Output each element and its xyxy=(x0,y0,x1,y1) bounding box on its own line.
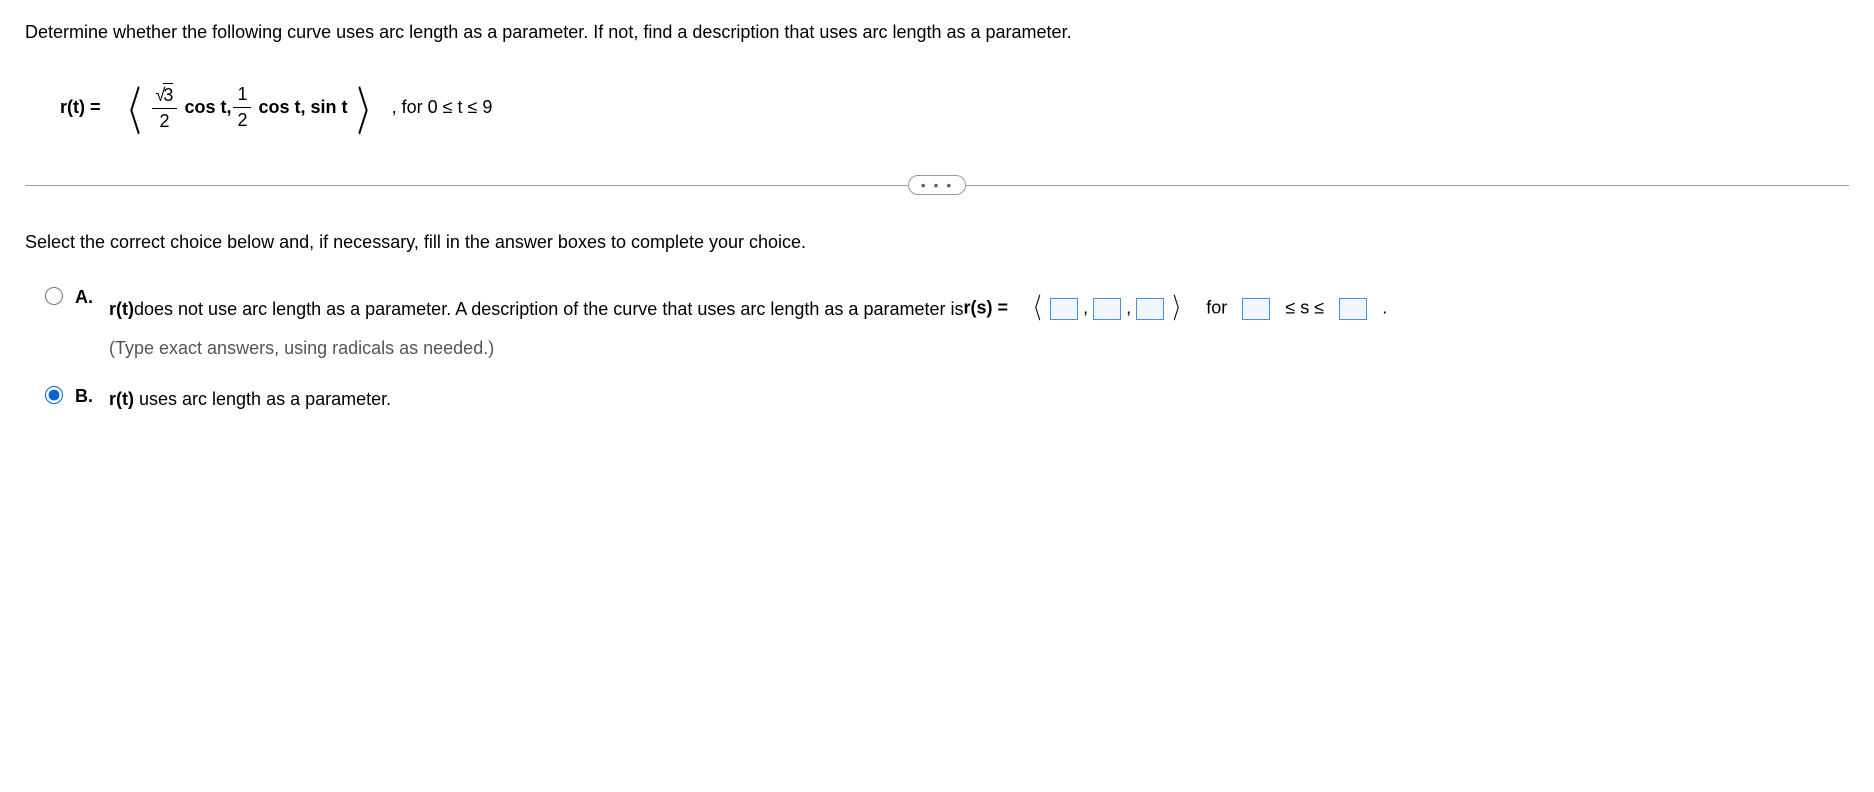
radio-a[interactable] xyxy=(45,287,63,305)
radio-b[interactable] xyxy=(45,386,63,404)
choice-a-rs: r(s) = xyxy=(963,298,1008,318)
fraction-1: 3 2 xyxy=(152,83,178,132)
choice-a: A. r(t) does not use arc length as a par… xyxy=(45,285,1849,363)
choice-a-hint: (Type exact answers, using radicals as n… xyxy=(109,338,494,358)
tuple-angle-left: 〈 xyxy=(1027,285,1041,333)
equation: r(t) = 〈 3 2 cos t, 1 2 cos t, sin t 〉 ,… xyxy=(60,70,1849,145)
fraction-2: 1 2 xyxy=(233,84,251,131)
choice-a-rt: r(t) xyxy=(109,294,134,325)
choice-b-rt: r(t) xyxy=(109,389,134,409)
choice-b-letter: B. xyxy=(75,384,97,407)
choice-a-letter: A. xyxy=(75,285,97,308)
answer-input-smax[interactable] xyxy=(1339,298,1367,320)
answer-input-smin[interactable] xyxy=(1242,298,1270,320)
tuple-angle-right: 〉 xyxy=(1173,285,1187,333)
divider: • • • xyxy=(25,175,1849,195)
answer-input-x[interactable] xyxy=(1050,298,1078,320)
angle-bracket-right: 〉 xyxy=(357,70,383,145)
angle-bracket-left: 〈 xyxy=(115,70,141,145)
equation-lhs: r(t) = xyxy=(60,97,101,118)
answer-input-y[interactable] xyxy=(1093,298,1121,320)
choice-b: B. r(t) uses arc length as a parameter. xyxy=(45,384,1849,415)
answer-input-z[interactable] xyxy=(1136,298,1164,320)
expand-button[interactable]: • • • xyxy=(908,175,966,195)
choices: A. r(t) does not use arc length as a par… xyxy=(45,285,1849,414)
prompt-text: Select the correct choice below and, if … xyxy=(25,230,1849,255)
question-text: Determine whether the following curve us… xyxy=(25,20,1849,45)
